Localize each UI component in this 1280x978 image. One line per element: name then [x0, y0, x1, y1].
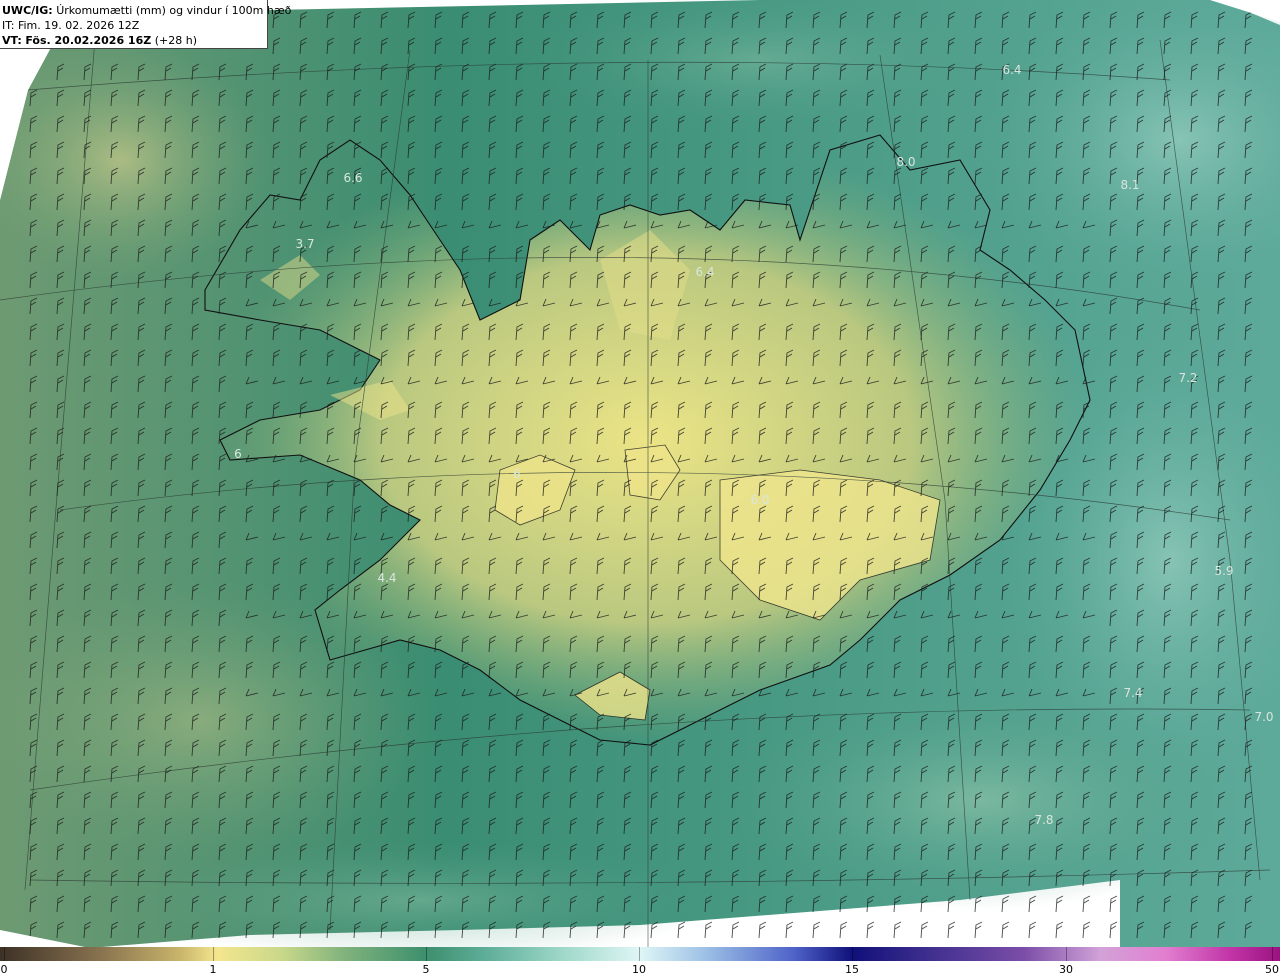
colorbar-tick-mark [213, 947, 214, 961]
value-label: 6 [513, 467, 521, 481]
colorbar-gradient [0, 947, 1280, 961]
value-label: 6.0 [750, 493, 769, 507]
map-canvas: 6.6 3.7 6.4 8.0 8.1 6.4 7.2 6 6 6.0 4.4 5.9 7.4 7.0 7.… [0, 0, 1280, 948]
value-label: 7.0 [1254, 710, 1273, 724]
issue-time: Fim. 19. 02. 2026 12Z [17, 19, 140, 32]
colorbar-tick-label: 0 [0, 963, 8, 976]
colorbar-tick-label: 15 [845, 963, 859, 976]
colorbar: 0 1 5 10 15 30 50 [0, 947, 1280, 978]
map-title: Úrkomumætti (mm) og vindur í 100m hæð [56, 4, 292, 17]
valid-label: VT: [2, 34, 22, 47]
value-label: 8.1 [1120, 178, 1139, 192]
valid-time-line: VT: Fös. 20.02.2026 16Z (+28 h) [2, 33, 267, 48]
value-label: 8.0 [896, 155, 915, 169]
colorbar-tick-label: 30 [1059, 963, 1073, 976]
value-label: 5.9 [1214, 564, 1233, 578]
value-label: 7.4 [1123, 686, 1142, 700]
value-label: 6.4 [1002, 63, 1021, 77]
colorbar-tick-mark [4, 947, 5, 961]
value-label: 3.7 [295, 237, 314, 251]
model-name: UWC/IG: [2, 4, 53, 17]
value-label: 6.4 [695, 265, 714, 279]
value-label: 6 [234, 447, 242, 461]
value-label: 6.6 [343, 171, 362, 185]
title-line: UWC/IG: Úrkomumætti (mm) og vindur í 100… [2, 3, 291, 18]
weather-map: 6.6 3.7 6.4 8.0 8.1 6.4 7.2 6 6 6.0 4.4 5.9 7.4 7.0 7.… [0, 0, 1280, 978]
colorbar-tick-mark [1272, 947, 1273, 961]
value-label: 7.8 [1034, 813, 1053, 827]
value-label: 7.2 [1178, 371, 1197, 385]
colorbar-tick-label: 1 [209, 963, 217, 976]
issue-label: IT: [2, 19, 15, 32]
colorbar-tick-label: 50 [1265, 963, 1279, 976]
issue-time-line: IT: Fim. 19. 02. 2026 12Z [2, 18, 267, 33]
lead-time: (+28 h) [154, 34, 197, 47]
colorbar-tick-mark [1066, 947, 1067, 961]
colorbar-tick-mark [639, 947, 640, 961]
colorbar-tick-label: 5 [422, 963, 430, 976]
colorbar-tick-mark [426, 947, 427, 961]
colorbar-tick-label: 10 [632, 963, 646, 976]
value-label: 4.4 [377, 571, 396, 585]
valid-time: Fös. 20.02.2026 16Z [25, 34, 152, 47]
map-info-panel: UWC/IG: Úrkomumætti (mm) og vindur í 100… [0, 0, 291, 49]
colorbar-tick-mark [852, 947, 853, 961]
